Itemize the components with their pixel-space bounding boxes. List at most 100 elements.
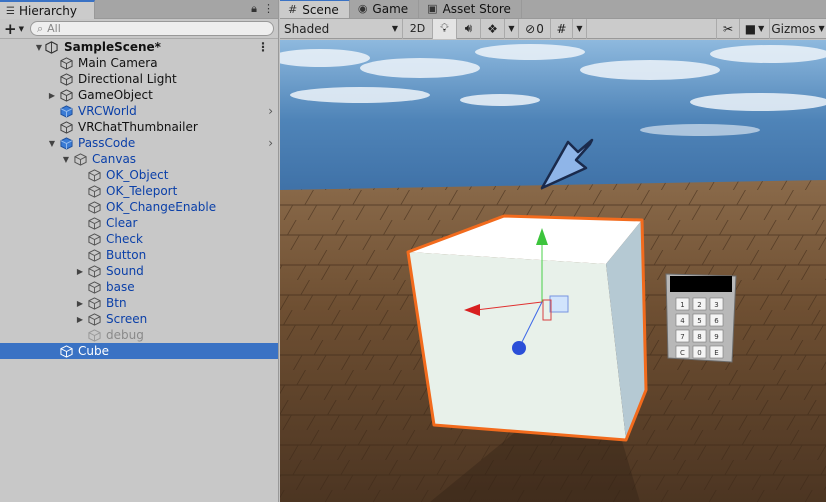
hierarchy-item[interactable]: VRChatThumbnailer — [0, 119, 278, 135]
dropdown-arrow-icon: ▼ — [818, 24, 825, 33]
keypad-key[interactable]: 6 — [709, 313, 724, 327]
tools-button[interactable]: ✂ — [716, 18, 740, 39]
keypad-key[interactable]: 3 — [709, 297, 724, 311]
collapse-arrow-icon[interactable]: ▶ — [75, 299, 85, 308]
expand-arrow-icon[interactable]: ▼ — [34, 43, 44, 52]
grid-icon: # — [288, 3, 298, 16]
effects-dropdown[interactable]: ▼ — [505, 18, 519, 39]
hierarchy-item[interactable]: Check — [0, 231, 278, 247]
dropdown-arrow-icon: ▼ — [508, 24, 515, 33]
keypad-key[interactable]: 1 — [675, 297, 690, 311]
scene-root-row[interactable]: ▼ SampleScene* ⋮ — [0, 39, 278, 55]
gameobject-icon — [88, 248, 101, 262]
keypad-key[interactable]: E — [709, 345, 724, 359]
hierarchy-item-label: Canvas — [92, 152, 137, 166]
scene-viewport[interactable]: 1 2 3 4 5 6 7 8 9 C 0 E — [280, 40, 826, 502]
keypad-key[interactable]: 2 — [692, 297, 707, 311]
tab-asset-store[interactable]: ▣ Asset Store — [419, 0, 522, 18]
more-options-icon[interactable]: ⋮ — [263, 2, 274, 16]
hierarchy-item[interactable]: VRCWorld › — [0, 103, 278, 119]
hierarchy-item[interactable]: OK_Teleport — [0, 183, 278, 199]
hidden-count: 0 — [536, 21, 544, 36]
search-icon: ⌕ — [36, 21, 44, 35]
prefab-open-icon[interactable]: › — [268, 104, 273, 118]
hierarchy-item-label: Sound — [106, 264, 144, 278]
hierarchy-item[interactable]: Cube — [0, 343, 278, 359]
toggle-2d-label: 2D — [409, 22, 426, 35]
scene-menu-icon[interactable]: ⋮ — [257, 40, 269, 54]
hierarchy-item[interactable]: Main Camera — [0, 55, 278, 71]
expand-arrow-icon[interactable]: ▼ — [61, 155, 71, 164]
gameobject-icon — [60, 344, 73, 358]
hierarchy-item-label: debug — [106, 328, 144, 342]
search-placeholder: All — [47, 22, 61, 35]
hierarchy-tree: ▼ SampleScene* ⋮ Main Camera Directional … — [0, 39, 278, 359]
gameobject-icon — [74, 152, 87, 166]
scene-panel: # Scene ◉ Game ▣ Asset Store Shaded ▼ 2D 💡︎ 🔊… — [280, 0, 826, 502]
lighting-toggle[interactable]: 💡︎ — [433, 18, 457, 39]
unity-scene-icon — [45, 40, 58, 54]
speaker-icon: 🔊︎ — [464, 21, 473, 35]
expand-arrow-icon[interactable]: ▼ — [47, 139, 57, 148]
gameobject-icon — [88, 280, 101, 294]
keypad-key[interactable]: 0 — [692, 345, 707, 359]
hidden-objects-toggle[interactable]: ⊘ 0 — [519, 18, 551, 39]
hierarchy-item[interactable]: Directional Light — [0, 71, 278, 87]
collapse-arrow-icon[interactable]: ▶ — [47, 91, 57, 100]
gameobject-icon — [88, 184, 101, 198]
toggle-2d-button[interactable]: 2D — [403, 18, 433, 39]
dropdown-arrow-icon: ▼ — [18, 24, 24, 33]
prefab-icon — [60, 136, 73, 150]
search-input[interactable]: ⌕ All — [29, 21, 274, 36]
cube-object[interactable] — [406, 214, 648, 442]
hierarchy-item[interactable]: debug — [0, 327, 278, 343]
gizmos-dropdown[interactable]: Gizmos ▼ — [770, 19, 826, 39]
dropdown-arrow-icon: ▼ — [758, 24, 765, 33]
shading-mode-dropdown[interactable]: Shaded ▼ — [280, 18, 403, 39]
keypad-key[interactable]: 5 — [692, 313, 707, 327]
camera-button[interactable]: ■ ▼ — [740, 18, 770, 39]
hierarchy-item[interactable]: OK_Object — [0, 167, 278, 183]
hierarchy-tab[interactable]: ☰ Hierarchy — [0, 0, 95, 19]
hierarchy-item[interactable]: Clear — [0, 215, 278, 231]
keypad-key-label: 2 — [697, 301, 701, 309]
hierarchy-item-label: Btn — [106, 296, 127, 310]
create-button[interactable]: + ▼ — [4, 20, 24, 38]
scene-name: SampleScene* — [64, 40, 161, 54]
keypad-key[interactable]: 8 — [692, 329, 707, 343]
keypad-key[interactable]: 7 — [675, 329, 690, 343]
collapse-arrow-icon[interactable]: ▶ — [75, 267, 85, 276]
hierarchy-item[interactable]: base — [0, 279, 278, 295]
hierarchy-item[interactable]: ▼ Canvas — [0, 151, 278, 167]
hierarchy-item[interactable]: ▼ PassCode › — [0, 135, 278, 151]
hierarchy-item-label: Clear — [106, 216, 138, 230]
hierarchy-item[interactable]: ▶ Sound — [0, 263, 278, 279]
hierarchy-item-label: OK_Teleport — [106, 184, 178, 198]
keypad-key-label: 7 — [680, 333, 684, 341]
grid-toggle[interactable]: # — [551, 18, 573, 39]
keypad-key[interactable]: 9 — [709, 329, 724, 343]
keypad-key[interactable]: C — [675, 345, 690, 359]
prefab-open-icon[interactable]: › — [268, 136, 273, 150]
collapse-arrow-icon[interactable]: ▶ — [75, 315, 85, 324]
hierarchy-item[interactable]: ▶ GameObject — [0, 87, 278, 103]
hierarchy-item-label: VRChatThumbnailer — [78, 120, 198, 134]
hierarchy-item[interactable]: Button — [0, 247, 278, 263]
hierarchy-item[interactable]: OK_ChangeEnable — [0, 199, 278, 215]
hierarchy-item-label: PassCode — [78, 136, 136, 150]
hierarchy-tab-controls: 🔒︎ ⋮ — [251, 2, 274, 16]
tab-scene[interactable]: # Scene — [280, 0, 350, 18]
hierarchy-item[interactable]: ▶ Btn — [0, 295, 278, 311]
passcode-keypad[interactable]: 1 2 3 4 5 6 7 8 9 C 0 E — [665, 273, 737, 363]
lock-icon[interactable]: 🔒︎ — [251, 2, 257, 16]
audio-toggle[interactable]: 🔊︎ — [457, 18, 481, 39]
gameobject-icon — [88, 216, 101, 230]
keypad-key[interactable]: 4 — [675, 313, 690, 327]
gameobject-icon — [60, 120, 73, 134]
hierarchy-item[interactable]: ▶ Screen — [0, 311, 278, 327]
tab-label: Scene — [302, 2, 339, 17]
tab-game[interactable]: ◉ Game — [350, 0, 420, 18]
grid-dropdown[interactable]: ▼ — [573, 18, 587, 39]
effects-toggle[interactable]: ❖ — [481, 18, 505, 39]
gameobject-icon — [88, 312, 101, 326]
